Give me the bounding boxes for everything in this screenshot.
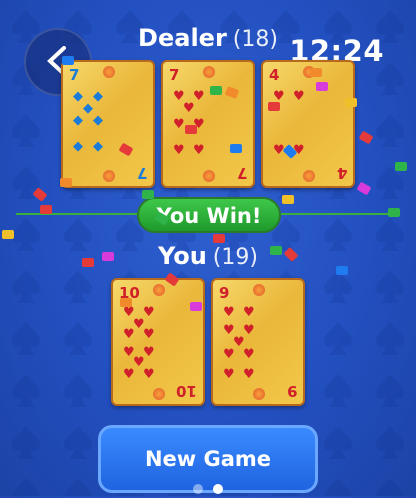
card-rank: 4 xyxy=(269,66,280,84)
diamond-icon: ◆ xyxy=(73,113,83,128)
medal-icon xyxy=(103,66,115,78)
confetti-piece xyxy=(310,68,322,77)
medal-icon xyxy=(103,170,115,182)
confetti-piece xyxy=(120,298,132,307)
player-score: (19) xyxy=(212,245,258,270)
confetti-piece xyxy=(210,86,222,95)
confetti-piece xyxy=(102,252,114,261)
player-card-2: 9 9 ♥ ♥ ♥ ♥ ♥ ♥ ♥ ♥ ♥ xyxy=(211,278,305,406)
confetti-piece xyxy=(142,190,154,199)
medal-icon xyxy=(253,284,265,296)
heart-icon: ♥ xyxy=(173,117,185,132)
confetti-piece xyxy=(82,258,94,267)
card-rank-inverted: 7 xyxy=(236,164,247,182)
dealer-label: Dealer xyxy=(138,24,227,52)
confetti-piece xyxy=(62,56,74,65)
confetti-piece xyxy=(316,82,328,91)
confetti-piece xyxy=(60,178,72,187)
heart-icon: ♥ xyxy=(243,323,255,338)
heart-icon: ♥ xyxy=(193,89,205,104)
heart-icon: ♥ xyxy=(243,305,255,320)
confetti-piece xyxy=(190,302,202,311)
card-rank-inverted: 7 xyxy=(136,164,147,182)
heart-icon: ♥ xyxy=(193,143,205,158)
confetti-piece xyxy=(345,98,357,107)
heart-icon: ♥ xyxy=(223,305,235,320)
confetti-piece xyxy=(2,230,14,239)
medal-icon xyxy=(203,170,215,182)
dealer-card-2: 7 7 ♥ ♥ ♥ ♥ ♥ ♥ ♥ xyxy=(161,60,255,188)
card-rank: 7 xyxy=(169,66,180,84)
confetti-piece xyxy=(388,208,400,217)
confetti-piece xyxy=(282,195,294,204)
confetti-piece xyxy=(213,234,225,243)
diamond-icon: ◆ xyxy=(83,101,93,116)
confetti-piece xyxy=(395,162,407,171)
medal-icon xyxy=(253,388,265,400)
card-rank-inverted: 9 xyxy=(286,382,297,400)
heart-icon: ♥ xyxy=(143,367,155,382)
heart-icon: ♥ xyxy=(123,327,135,342)
heart-icon: ♥ xyxy=(243,347,255,362)
player-heading: You (19) xyxy=(0,242,416,270)
heart-icon: ♥ xyxy=(173,143,185,158)
dealer-card-1: 7 7 ◆ ◆ ◆ ◆ ◆ ◆ ◆ xyxy=(61,60,155,188)
card-rank-inverted: 4 xyxy=(336,164,347,182)
confetti-piece xyxy=(40,205,52,214)
card-rank: 9 xyxy=(219,284,230,302)
medal-icon xyxy=(153,284,165,296)
diamond-icon: ◆ xyxy=(93,139,103,154)
page-dot-1[interactable] xyxy=(193,484,203,494)
heart-icon: ♥ xyxy=(143,327,155,342)
dealer-card-3: 4 4 ♥ ♥ ♥ ♥ xyxy=(261,60,355,188)
diamond-icon: ◆ xyxy=(93,89,103,104)
page-dot-2[interactable] xyxy=(213,484,223,494)
medal-icon xyxy=(153,388,165,400)
player-label: You xyxy=(158,242,207,270)
medal-icon xyxy=(303,170,315,182)
diamond-icon: ◆ xyxy=(73,89,83,104)
page-indicator xyxy=(188,479,228,498)
diamond-icon: ◆ xyxy=(93,113,103,128)
dealer-score: (18) xyxy=(232,27,278,52)
confetti-piece xyxy=(230,144,242,153)
card-rank: 7 xyxy=(69,66,80,84)
confetti-piece xyxy=(270,246,282,255)
confetti-piece xyxy=(336,266,348,275)
heart-icon: ♥ xyxy=(143,345,155,360)
diamond-icon: ◆ xyxy=(73,139,83,154)
card-rank-inverted: 10 xyxy=(176,382,197,400)
heart-icon: ♥ xyxy=(183,101,195,116)
heart-icon: ♥ xyxy=(293,89,305,104)
confetti-piece xyxy=(185,125,197,134)
heart-icon: ♥ xyxy=(143,305,155,320)
confetti-piece xyxy=(268,102,280,111)
medal-icon xyxy=(203,66,215,78)
heart-icon: ♥ xyxy=(243,367,255,382)
heart-icon: ♥ xyxy=(223,347,235,362)
heart-icon: ♥ xyxy=(223,367,235,382)
heart-icon: ♥ xyxy=(123,367,135,382)
